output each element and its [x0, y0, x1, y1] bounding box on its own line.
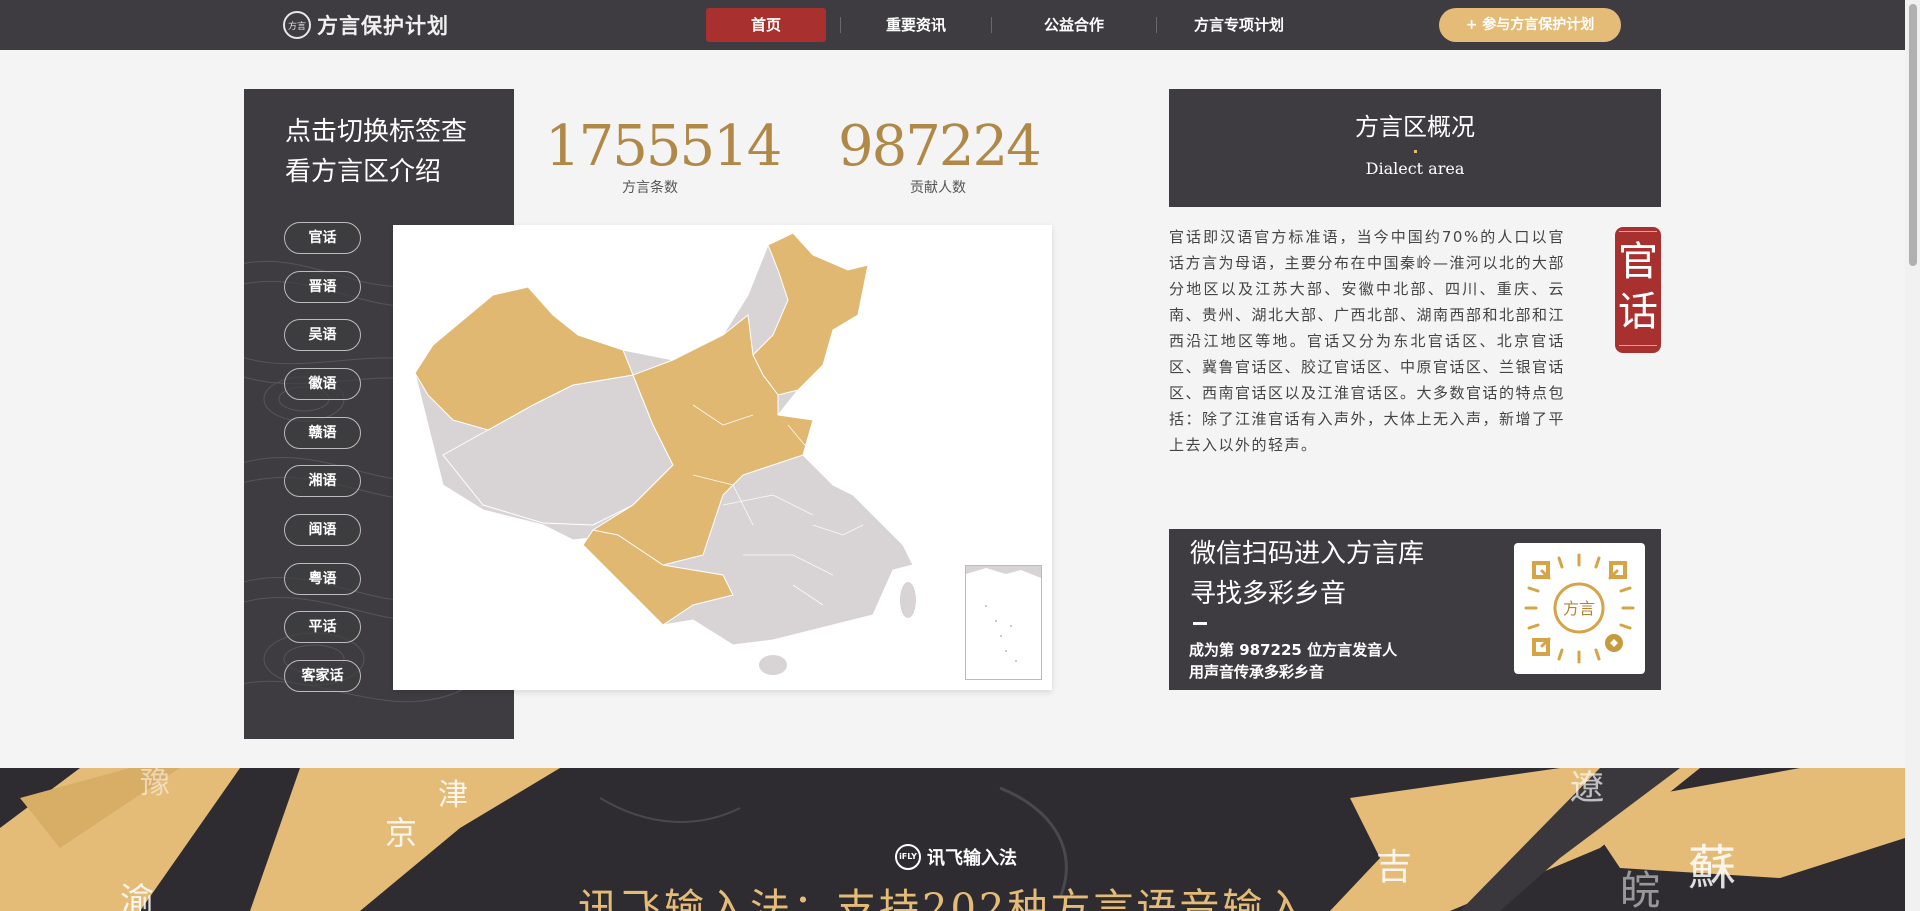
wechat-note-line2: 用声音传承多彩乡音 [1189, 663, 1325, 681]
wechat-note-line1: 成为第 987225 位方言发音人 [1189, 641, 1398, 659]
ifly-promo-banner[interactable]: 京 津 吉 蘇 皖 渝 豫 遼 iFLY 讯飞输入法 讯飞输入法：支持202种方… [0, 768, 1905, 911]
logo-text: 方言保护计划 [317, 13, 449, 38]
tag-huiyu[interactable]: 徽语 [284, 368, 361, 400]
tag-guanhua[interactable]: 官话 [284, 222, 361, 254]
tag-hakka[interactable]: 客家话 [284, 660, 361, 692]
banner-char-henan: 豫 [140, 768, 170, 801]
map-hainan [759, 655, 787, 675]
south-china-sea-inset [965, 565, 1042, 680]
nav-news[interactable]: 重要资讯 [841, 8, 991, 42]
contributor-count-value: 987224 [838, 114, 1042, 179]
tag-pinghua[interactable]: 平话 [284, 611, 361, 643]
banner-headline: 讯飞输入法：支持202种方言语音输入 [578, 886, 1309, 911]
overview-title: 方言区概况 [1355, 113, 1475, 141]
china-dialect-map [393, 225, 1052, 690]
stat-contributor-count: 987224 贡献人数 [838, 114, 1042, 198]
tag-wuyu[interactable]: 吴语 [284, 319, 361, 351]
wechat-title: 微信扫码进入方言库 寻找多彩乡音 [1190, 534, 1424, 614]
nav-cooperation[interactable]: 公益合作 [992, 8, 1156, 42]
wechat-note: 成为第 987225 位方言发音人 用声音传承多彩乡音 [1189, 639, 1397, 683]
overview-subtitle: Dialect area [1365, 159, 1465, 178]
banner-char-liao: 遼 [1570, 768, 1604, 808]
nav-special-plan[interactable]: 方言专项计划 [1157, 8, 1321, 42]
tag-jinyu[interactable]: 晋语 [284, 271, 361, 303]
scrollbar-thumb[interactable] [1909, 4, 1917, 266]
inset-map [966, 566, 1041, 662]
logo-icon: 方言 [283, 11, 311, 39]
stat-dialect-count: 1755514 方言条数 [545, 114, 782, 198]
wechat-divider [1193, 622, 1207, 625]
panel-title: 点击切换标签查看方言区介绍 [285, 117, 468, 187]
tag-minyu[interactable]: 闽语 [284, 514, 361, 546]
banner-char-su: 蘇 [1688, 840, 1737, 896]
qr-code-icon: 方言 [1524, 553, 1635, 664]
banner-char-jin: 津 [438, 778, 468, 813]
banner-char-yu: 渝 [120, 881, 154, 911]
dialect-count-label: 方言条数 [622, 180, 678, 196]
nav-home[interactable]: 首页 [706, 8, 826, 42]
selected-dialect-badge: 官话 [1615, 227, 1661, 353]
join-plan-button[interactable]: + 参与方言保护计划 [1439, 8, 1621, 42]
banner-char-wan: 皖 [1620, 868, 1660, 911]
site-logo[interactable]: 方言 方言保护计划 [283, 11, 449, 39]
tag-ganyu[interactable]: 赣语 [284, 417, 361, 449]
ifly-brand: iFLY 讯飞输入法 [895, 844, 1017, 870]
wechat-title-line2: 寻找多彩乡音 [1190, 579, 1347, 609]
mini-program-qr-code[interactable]: 方言 [1514, 543, 1645, 674]
ifly-brand-name: 讯飞输入法 [927, 848, 1017, 869]
overview-dot [1413, 150, 1417, 153]
map-taiwan [900, 582, 916, 618]
dialect-count-value: 1755514 [545, 114, 782, 179]
page-scrollbar[interactable] [1905, 0, 1920, 911]
wechat-title-line1: 微信扫码进入方言库 [1190, 539, 1425, 569]
tag-yueyu[interactable]: 粤语 [284, 563, 361, 595]
badge-text: 官话 [1618, 239, 1658, 335]
banner-char-jing: 京 [385, 814, 418, 852]
ifly-logo-icon: iFLY [895, 844, 921, 870]
dialect-overview-header: 方言区概况 Dialect area [1169, 89, 1661, 207]
map-svg [414, 232, 916, 675]
wechat-qr-card: 微信扫码进入方言库 寻找多彩乡音 成为第 987225 位方言发音人 用声音传承… [1169, 529, 1661, 690]
banner-char-ji: 吉 [1376, 847, 1413, 888]
tag-xiangyu[interactable]: 湘语 [284, 465, 361, 497]
top-nav-bar: 方言 方言保护计划 首页 重要资讯 公益合作 方言专项计划 + 参与方言保护计划 [0, 0, 1905, 50]
dialect-description: 官话即汉语官方标准语，当今中国约70%的人口以官话方言为母语，主要分布在中国秦岭… [1169, 228, 1566, 454]
main-nav: 首页 重要资讯 公益合作 方言专项计划 [706, 8, 1321, 42]
contributor-count-label: 贡献人数 [910, 180, 966, 196]
qr-center-text: 方言 [1563, 599, 1595, 618]
